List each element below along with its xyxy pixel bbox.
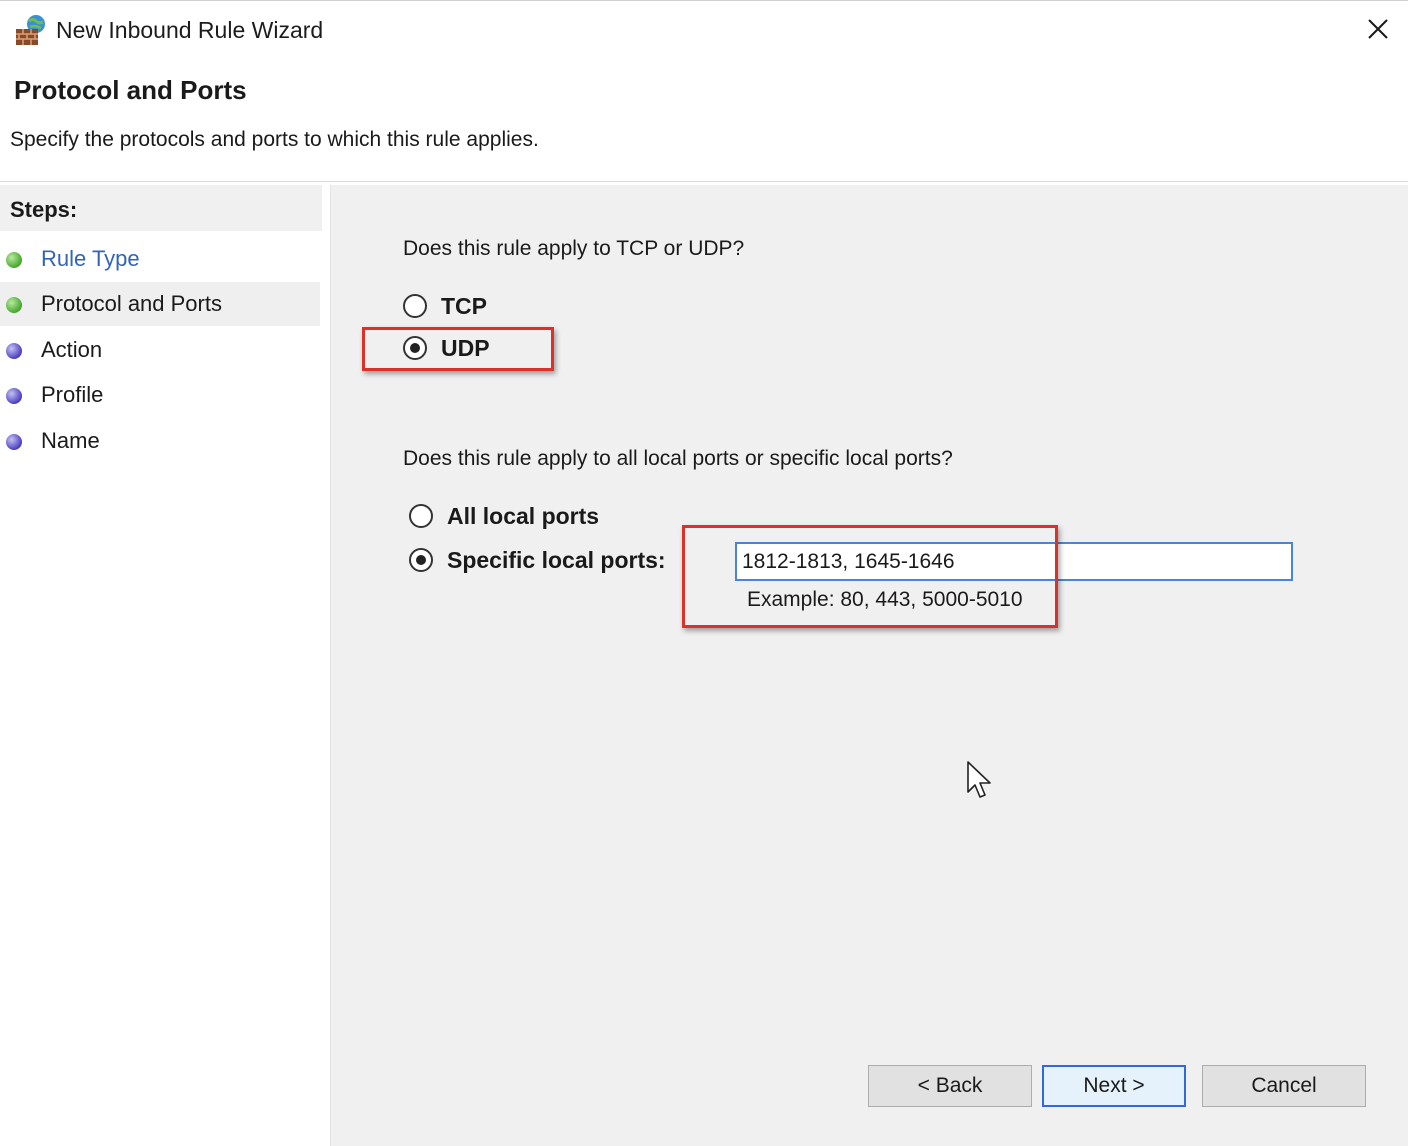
step-label: Rule Type — [41, 246, 140, 271]
radio-label: All local ports — [447, 502, 600, 529]
close-button[interactable] — [1356, 9, 1400, 49]
main-panel: Does this rule apply to TCP or UDP? TCP … — [330, 185, 1408, 1146]
steps-header-label: Steps: — [10, 197, 78, 222]
page-subtitle: Specify the protocols and ports to which… — [10, 128, 539, 151]
tcp-radio[interactable]: TCP — [403, 291, 487, 321]
title-bar: New Inbound Rule Wizard — [0, 1, 1408, 59]
step-label: Action — [41, 337, 103, 362]
close-icon — [1368, 19, 1388, 39]
specific-local-ports-radio[interactable]: Specific local ports: — [409, 545, 666, 575]
protocol-question: Does this rule apply to TCP or UDP? — [403, 237, 745, 260]
firewall-globe-icon — [16, 15, 45, 45]
ports-example-hint: Example: 80, 443, 5000-5010 — [747, 588, 1023, 611]
steps-sidebar: Steps: Rule Type Protocol and Ports Acti… — [0, 185, 326, 1146]
steps-header: Steps: — [0, 185, 322, 231]
step-complete-dot-icon — [6, 252, 22, 268]
window-title: New Inbound Rule Wizard — [56, 17, 324, 43]
radio-circle-checked — [403, 336, 427, 360]
next-button[interactable]: Next > — [1042, 1065, 1186, 1107]
step-rule-type[interactable]: Rule Type — [0, 237, 320, 281]
radio-label: UDP — [441, 334, 490, 361]
all-local-ports-radio[interactable]: All local ports — [409, 501, 599, 531]
radio-label: Specific local ports: — [447, 546, 666, 573]
header-divider — [0, 181, 1408, 182]
step-action: Action — [0, 328, 320, 372]
step-complete-dot-icon — [6, 297, 22, 313]
radio-circle-checked — [409, 548, 433, 572]
cancel-button[interactable]: Cancel — [1202, 1065, 1366, 1107]
step-label: Protocol and Ports — [41, 291, 222, 316]
udp-radio[interactable]: UDP — [403, 333, 490, 363]
step-profile: Profile — [0, 373, 320, 417]
step-protocol-and-ports[interactable]: Protocol and Ports — [0, 282, 320, 326]
step-pending-dot-icon — [6, 343, 22, 359]
step-name: Name — [0, 419, 320, 463]
radio-circle — [409, 504, 433, 528]
radio-circle — [403, 294, 427, 318]
step-label: Profile — [41, 382, 104, 407]
specific-ports-input[interactable] — [735, 542, 1293, 581]
page-title: Protocol and Ports — [14, 75, 247, 105]
step-pending-dot-icon — [6, 434, 22, 450]
back-button[interactable]: < Back — [868, 1065, 1032, 1107]
wizard-window: New Inbound Rule Wizard Protocol and Por… — [0, 0, 1408, 1146]
ports-question: Does this rule apply to all local ports … — [403, 447, 953, 470]
radio-label: TCP — [441, 292, 487, 319]
step-pending-dot-icon — [6, 388, 22, 404]
step-label: Name — [41, 428, 100, 453]
